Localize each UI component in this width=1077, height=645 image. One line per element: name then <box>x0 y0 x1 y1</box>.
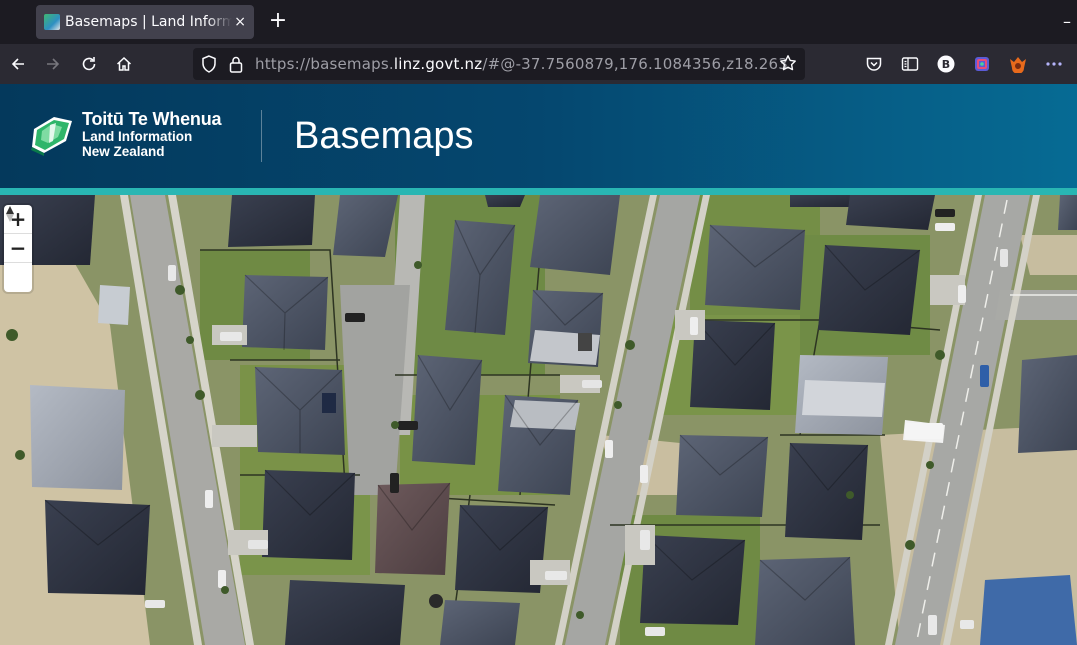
compass-icon <box>6 206 14 222</box>
tab-title: Basemaps | Land Information New Zealand <box>65 14 233 30</box>
compass-reset-button[interactable] <box>4 206 32 292</box>
tab-strip: Basemaps | Land Information New Zealand … <box>0 0 1077 44</box>
linz-favicon-icon <box>44 14 60 30</box>
forward-button[interactable] <box>41 52 65 76</box>
reload-button[interactable] <box>77 52 101 76</box>
new-tab-button[interactable]: + <box>266 9 290 33</box>
tab-close-icon[interactable]: × <box>234 14 246 30</box>
minimize-window-button[interactable]: – <box>1063 12 1071 31</box>
logo-line-2: Land Information <box>82 129 193 144</box>
back-arrow-icon <box>11 58 24 70</box>
reader-view-icon[interactable] <box>900 54 920 74</box>
lock-icon[interactable] <box>229 55 243 77</box>
back-button[interactable] <box>6 52 30 76</box>
fox-extension-icon[interactable] <box>1008 54 1028 74</box>
url-prefix: https://basemaps. <box>255 55 394 73</box>
container-extension-icon[interactable] <box>972 54 992 74</box>
map-zoom-controls: + − <box>4 205 32 292</box>
url-text[interactable]: https://basemaps.linz.govt.nz/#@-37.7560… <box>255 55 788 73</box>
navigation-toolbar: https://basemaps.linz.govt.nz/#@-37.7560… <box>0 44 1077 84</box>
profile-b-icon[interactable]: B <box>936 54 956 74</box>
logo-line-3: New Zealand <box>82 144 165 159</box>
zoom-out-button[interactable]: − <box>4 234 32 263</box>
pocket-icon[interactable] <box>864 54 884 74</box>
address-bar[interactable]: https://basemaps.linz.govt.nz/#@-37.7560… <box>193 48 805 80</box>
svg-text:B: B <box>942 58 950 71</box>
linz-logo-icon[interactable] <box>28 111 78 157</box>
forward-arrow-icon <box>47 58 60 70</box>
accent-strip <box>0 188 1077 195</box>
linz-logo-text[interactable]: Toitū Te Whenua Land Information New Zea… <box>82 109 222 159</box>
bookmark-star-icon[interactable] <box>779 54 797 76</box>
browser-tab[interactable]: Basemaps | Land Information New Zealand … <box>36 5 254 39</box>
header-divider <box>261 110 262 162</box>
map-canvas[interactable]: + − <box>0 195 1077 645</box>
page-title: Basemaps <box>294 115 474 157</box>
logo-line-1: Toitū Te Whenua <box>82 109 222 129</box>
home-icon <box>116 56 132 71</box>
tracking-protection-icon[interactable] <box>201 55 217 77</box>
reload-icon <box>82 57 96 71</box>
home-button[interactable] <box>112 52 136 76</box>
site-header: Toitū Te Whenua Land Information New Zea… <box>0 84 1077 188</box>
url-domain: linz.govt.nz <box>393 55 483 73</box>
aerial-imagery <box>0 195 1077 645</box>
extensions-menu-icon[interactable] <box>1044 54 1064 74</box>
url-path: /#@-37.7560879,176.1084356,z18.263 <box>482 55 788 73</box>
